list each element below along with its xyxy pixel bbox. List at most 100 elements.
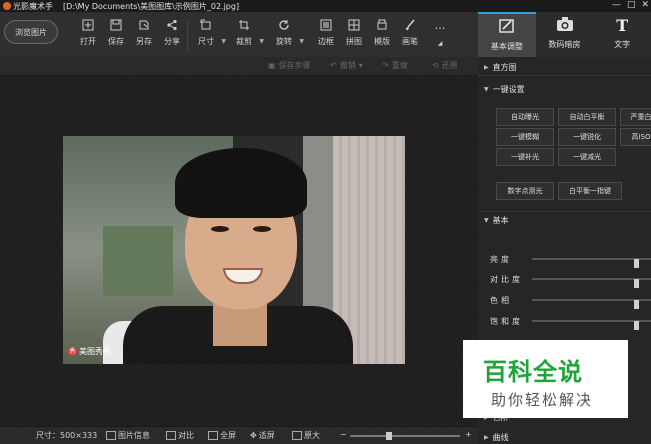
zoom-slider[interactable] <box>350 432 460 440</box>
severe-white-button[interactable]: 严重白 <box>620 108 651 126</box>
rotate-dropdown-icon[interactable]: ▼ <box>299 38 304 45</box>
baike-watermark-badge: 百科全说 助你轻松解决 <box>463 340 628 418</box>
hue-slider[interactable] <box>532 299 651 309</box>
badge-subtitle: 助你轻松解决 <box>491 391 594 409</box>
right-tabs: 基本调整 数码暗房 T 文字 <box>478 12 651 58</box>
white-balance-one-finger-button[interactable]: 白平衡一指键 <box>558 182 622 200</box>
rotate-button[interactable]: 旋转 ▼ <box>269 18 304 47</box>
redo-icon: ↷ <box>382 61 389 70</box>
brightness-slider-row: 亮度 <box>490 253 651 268</box>
tab-basic-adjust-label: 基本调整 <box>490 42 523 51</box>
one-click-blur-button[interactable]: 一键模糊 <box>496 128 554 146</box>
basic-section[interactable]: ▼ 基本 <box>478 211 651 228</box>
save-icon <box>109 18 123 32</box>
undo-dropdown-icon[interactable]: ▾ <box>359 61 363 70</box>
tab-digital-darkroom-label: 数码暗房 <box>548 40 581 49</box>
one-click-label: 一键设置 <box>492 84 525 94</box>
fill-light-button[interactable]: 一键补光 <box>496 148 554 166</box>
undo-icon: ↶ <box>330 61 337 70</box>
original-size-label: 原大 <box>304 431 320 440</box>
browse-images-button[interactable]: 浏览图片 <box>4 20 58 44</box>
save-button[interactable]: 保存 <box>101 18 131 47</box>
more-button[interactable]: … ◢ <box>425 18 455 48</box>
crop-button[interactable]: 裁剪 ▼ <box>229 18 264 47</box>
history-bar: ▣ 保存步骤 ↶ 撤销 ▾ ↷ 重做 ⟲ 还原 <box>0 57 478 76</box>
redo-button[interactable]: ↷ 重做 <box>382 60 408 71</box>
high-iso-button[interactable]: 高ISO <box>620 128 651 146</box>
tab-text[interactable]: T 文字 <box>593 12 651 57</box>
meitu-logo-icon: 秀 <box>68 347 77 356</box>
restore-button[interactable]: ⟲ 还原 <box>432 60 458 71</box>
save-step-button[interactable]: ▣ 保存步骤 <box>268 60 311 71</box>
rotate-icon <box>277 18 291 32</box>
brightness-slider-handle[interactable] <box>634 259 639 268</box>
tab-text-label: 文字 <box>614 40 631 49</box>
tab-basic-adjust[interactable]: 基本调整 <box>478 12 536 57</box>
maximize-button[interactable]: □ <box>627 0 636 10</box>
image-info-button[interactable]: 图片信息 <box>106 430 150 441</box>
border-icon <box>319 18 333 32</box>
crop-dropdown-icon[interactable]: ▼ <box>259 38 264 45</box>
curve-label: 曲线 <box>492 432 509 442</box>
tab-digital-darkroom[interactable]: 数码暗房 <box>536 12 594 57</box>
share-button[interactable]: 分享 <box>157 18 187 47</box>
collage-button[interactable]: 拼图 <box>339 18 369 47</box>
save-as-button[interactable]: 另存 <box>129 18 159 47</box>
close-button[interactable]: ✕ <box>641 0 649 10</box>
compare-button[interactable]: 对比 <box>166 430 194 441</box>
brightness-slider[interactable] <box>532 258 651 268</box>
save-as-icon <box>137 18 151 32</box>
resize-button[interactable]: 尺寸 ▼ <box>191 18 226 47</box>
toolbar-separator <box>187 20 188 52</box>
collage-label: 拼图 <box>346 37 362 46</box>
saturation-slider[interactable] <box>532 320 651 330</box>
histogram-label: 直方图 <box>492 62 517 72</box>
resize-label: 尺寸 <box>198 37 214 46</box>
border-button[interactable]: 边框 <box>311 18 341 47</box>
brush-label: 画笔 <box>402 37 418 46</box>
fit-screen-button[interactable]: ✥ 适屏 <box>250 430 275 441</box>
app-logo-icon <box>3 2 11 10</box>
contrast-slider[interactable] <box>532 278 651 288</box>
restore-icon: ⟲ <box>432 61 439 70</box>
reduce-light-button[interactable]: 一键减光 <box>558 148 616 166</box>
open-button[interactable]: 打开 <box>73 18 103 47</box>
expand-arrow-icon: ▼ <box>484 85 489 93</box>
zoom-in-button[interactable]: + <box>465 430 472 439</box>
auto-exposure-button[interactable]: 自动曝光 <box>496 108 554 126</box>
image-info-label: 图片信息 <box>118 431 150 440</box>
saturation-slider-handle[interactable] <box>634 321 639 330</box>
brightness-label: 亮度 <box>490 254 512 264</box>
zoom-out-button[interactable]: − <box>340 430 347 439</box>
original-size-icon <box>292 431 302 440</box>
photo[interactable]: 秀 美图秀秀 <box>63 136 405 364</box>
curve-section[interactable]: ▶ 曲线 <box>478 429 651 443</box>
zoom-slider-handle[interactable] <box>386 432 393 440</box>
original-size-button[interactable]: 原大 <box>292 430 320 441</box>
fit-screen-label: 适屏 <box>258 431 275 440</box>
fullscreen-button[interactable]: 全屏 <box>208 430 236 441</box>
brush-button[interactable]: 画笔 <box>395 18 425 47</box>
contrast-slider-handle[interactable] <box>634 279 639 288</box>
compare-label: 对比 <box>178 431 194 440</box>
photo-eye-right <box>253 226 271 232</box>
undo-button[interactable]: ↶ 撤销 ▾ <box>330 60 363 71</box>
auto-white-balance-button[interactable]: 自动白平衡 <box>558 108 616 126</box>
title-bar: 光影魔术手 [D:\My Documents\美图图库\示例图片_02.jpg]… <box>0 0 651 12</box>
resize-dropdown-icon[interactable]: ▼ <box>221 38 226 45</box>
one-click-section[interactable]: ▼ 一键设置 <box>478 81 651 97</box>
template-label: 模版 <box>374 37 390 46</box>
template-button[interactable]: 模版 <box>367 18 397 47</box>
image-canvas[interactable]: 秀 美图秀秀 <box>0 76 478 426</box>
save-step-icon: ▣ <box>268 61 276 70</box>
share-icon <box>165 18 179 32</box>
hue-slider-handle[interactable] <box>634 300 639 309</box>
photo-watermark: 秀 美图秀秀 <box>68 346 111 357</box>
saturation-slider-row: 饱和度 <box>490 315 651 330</box>
one-click-sharpen-button[interactable]: 一键锐化 <box>558 128 616 146</box>
histogram-section[interactable]: ▶ 直方图 <box>478 59 651 76</box>
crop-icon <box>237 18 251 32</box>
save-label: 保存 <box>108 37 124 46</box>
minimize-button[interactable]: — <box>612 0 621 10</box>
digital-spot-metering-button[interactable]: 数字点测光 <box>496 182 554 200</box>
